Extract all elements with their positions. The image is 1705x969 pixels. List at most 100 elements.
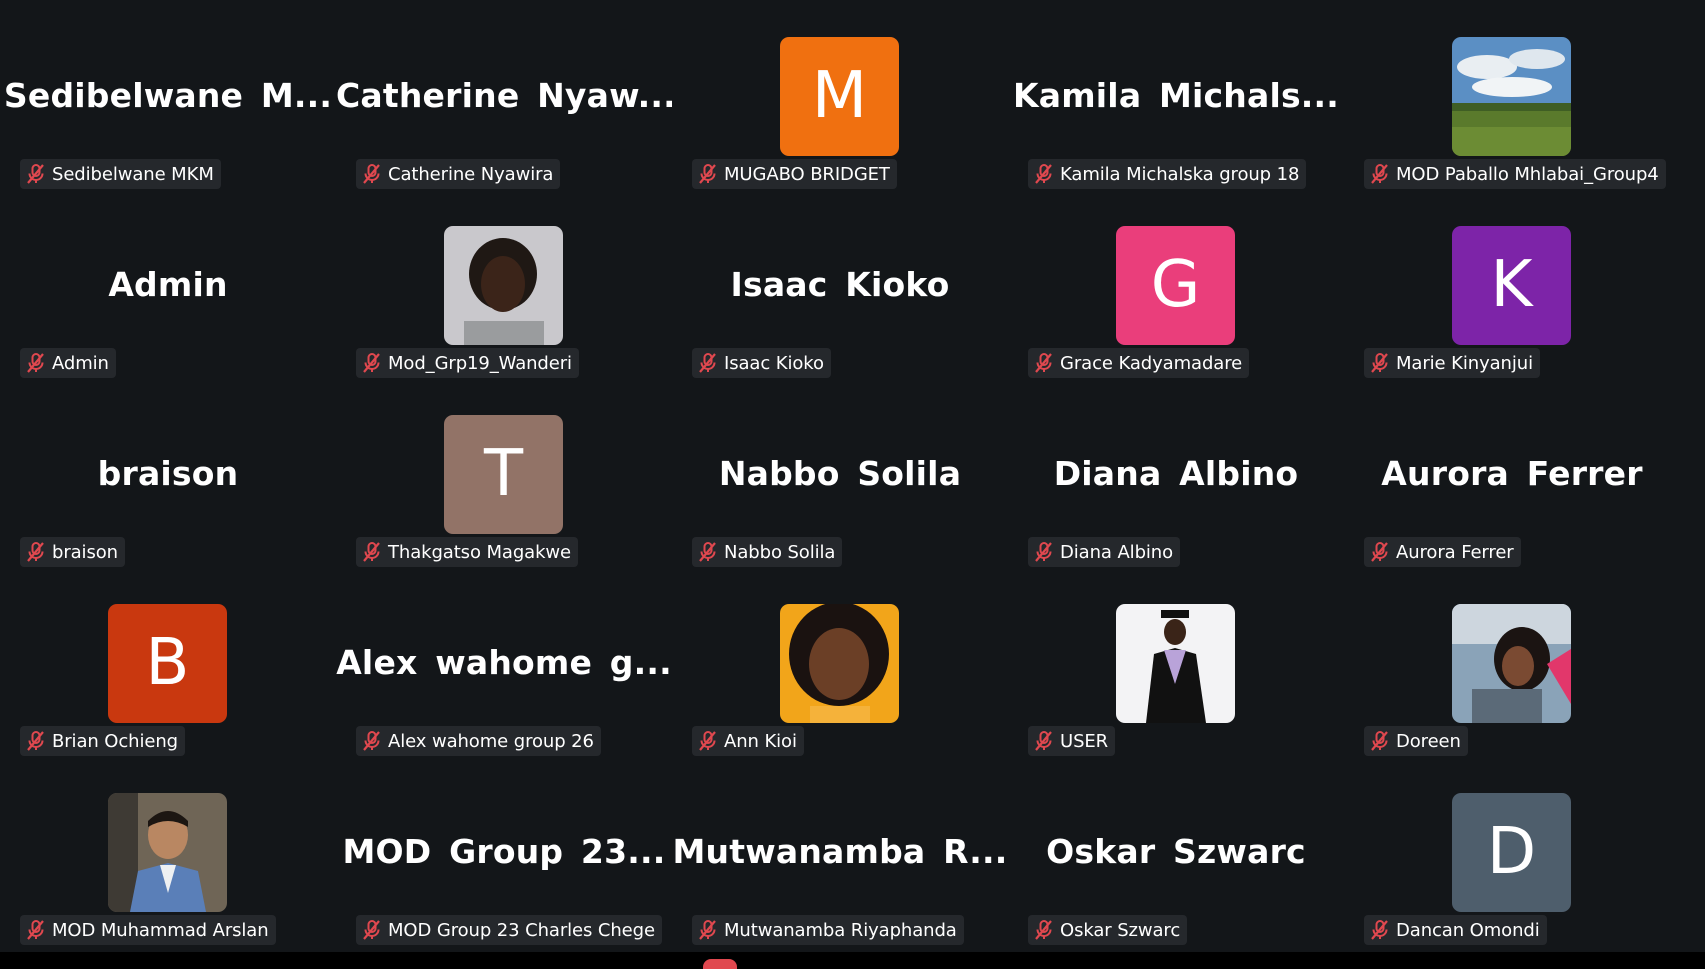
participant-tile[interactable]: Alex wahome g... Alex wahome group 26	[336, 567, 672, 756]
microphone-muted-icon	[360, 729, 384, 753]
participant-photo	[108, 793, 227, 912]
participant-name-label: MOD Paballo Mhlabai_Group4	[1364, 159, 1666, 189]
avatar-initial: K	[1490, 248, 1533, 322]
microphone-muted-icon	[360, 162, 384, 186]
participant-name-text: braison	[52, 541, 118, 563]
participant-name-label: Alex wahome group 26	[356, 726, 601, 756]
participant-display-name: Catherine Nyaw...	[336, 76, 672, 115]
participant-name-label: Mutwanamba Riyaphanda	[692, 915, 964, 945]
participant-avatar: K	[1452, 226, 1571, 345]
participant-name-text: Admin	[52, 352, 109, 374]
microphone-muted-icon	[360, 918, 384, 942]
avatar-initial: B	[145, 626, 190, 700]
participant-name-text: Sedibelwane MKM	[52, 163, 214, 185]
participant-name-text: Aurora Ferrer	[1396, 541, 1514, 563]
microphone-muted-icon	[24, 918, 48, 942]
participant-tile[interactable]: Ann Kioi	[672, 567, 1008, 756]
participant-name-label: Sedibelwane MKM	[20, 159, 221, 189]
participant-tile[interactable]: MOD Group 23... MOD Group 23 Charles Cheg…	[336, 756, 672, 945]
participant-tile[interactable]: Oskar Szwarc Oskar Szwarc	[1008, 756, 1344, 945]
participant-tile[interactable]: Diana Albino Diana Albino	[1008, 378, 1344, 567]
participant-tile[interactable]: Sedibelwane M... Sedibelwane MKM	[0, 0, 336, 189]
participant-display-name: Aurora Ferrer	[1381, 454, 1643, 493]
participant-tile[interactable]: Nabbo Solila Nabbo Solila	[672, 378, 1008, 567]
participant-display-name: Oskar Szwarc	[1046, 832, 1306, 871]
participant-name-label: Grace Kadyamadare	[1028, 348, 1250, 378]
microphone-muted-icon	[696, 729, 720, 753]
participant-display-name: Mutwanamba R...	[672, 832, 1008, 871]
participant-name-text: Grace Kadyamadare	[1060, 352, 1243, 374]
participant-name-text: Catherine Nyawira	[388, 163, 554, 185]
participant-display-name: Alex wahome g...	[336, 643, 672, 682]
participant-tile[interactable]: Aurora Ferrer Aurora Ferrer	[1344, 378, 1680, 567]
participant-name-label: Kamila Michalska group 18	[1028, 159, 1307, 189]
participant-tile[interactable]: braison braison	[0, 378, 336, 567]
participant-tile[interactable]: USER	[1008, 567, 1344, 756]
participant-tile[interactable]: Mutwanamba R... Mutwanamba Riyaphanda	[672, 756, 1008, 945]
participant-name-label: Doreen	[1364, 726, 1468, 756]
participant-tile[interactable]: T Thakgatso Magakwe	[336, 378, 672, 567]
participant-tile[interactable]: Doreen	[1344, 567, 1680, 756]
participant-tile[interactable]: B Brian Ochieng	[0, 567, 336, 756]
participant-name-text: Marie Kinyanjui	[1396, 352, 1533, 374]
participant-name-label: Brian Ochieng	[20, 726, 185, 756]
participant-name-label: Isaac Kioko	[692, 348, 831, 378]
participant-name-label: Oskar Szwarc	[1028, 915, 1188, 945]
toolbar-indicator[interactable]	[703, 959, 737, 969]
participant-tile[interactable]: Isaac Kioko Isaac Kioko	[672, 189, 1008, 378]
participant-tile[interactable]: D Dancan Omondi	[1344, 756, 1680, 945]
participant-tile[interactable]: G Grace Kadyamadare	[1008, 189, 1344, 378]
participant-name-label: Mod_Grp19_Wanderi	[356, 348, 579, 378]
participant-tile[interactable]: K Marie Kinyanjui	[1344, 189, 1680, 378]
microphone-muted-icon	[24, 540, 48, 564]
participant-name-text: Thakgatso Magakwe	[388, 541, 572, 563]
participant-tile[interactable]: M MUGABO BRIDGET	[672, 0, 1008, 189]
microphone-muted-icon	[24, 351, 48, 375]
microphone-muted-icon	[1368, 351, 1392, 375]
participant-tile[interactable]: Catherine Nyaw... Catherine Nyawira	[336, 0, 672, 189]
participant-tile[interactable]: Kamila Michals... Kamila Michalska group …	[1008, 0, 1344, 189]
microphone-muted-icon	[1368, 540, 1392, 564]
participant-name-label: MOD Muhammad Arslan	[20, 915, 276, 945]
participant-display-name: Diana Albino	[1053, 454, 1299, 493]
participant-tile[interactable]: Mod_Grp19_Wanderi	[336, 189, 672, 378]
microphone-muted-icon	[1032, 351, 1056, 375]
participant-avatar: G	[1116, 226, 1235, 345]
participant-photo	[1452, 37, 1571, 156]
participant-name-label: Aurora Ferrer	[1364, 537, 1521, 567]
participant-name-text: MOD Group 23 Charles Chege	[388, 919, 655, 941]
participant-display-name: Admin	[108, 265, 228, 304]
participant-name-label: Thakgatso Magakwe	[356, 537, 579, 567]
microphone-muted-icon	[24, 729, 48, 753]
microphone-muted-icon	[360, 351, 384, 375]
participant-name-label: MOD Group 23 Charles Chege	[356, 915, 662, 945]
avatar-initial: D	[1486, 815, 1537, 889]
participant-name-text: Kamila Michalska group 18	[1060, 163, 1300, 185]
participant-tile[interactable]: MOD Muhammad Arslan	[0, 756, 336, 945]
microphone-muted-icon	[24, 162, 48, 186]
microphone-muted-icon	[1032, 162, 1056, 186]
microphone-muted-icon	[1368, 918, 1392, 942]
participant-name-text: Alex wahome group 26	[388, 730, 594, 752]
participant-name-label: braison	[20, 537, 125, 567]
participant-name-text: Doreen	[1396, 730, 1461, 752]
microphone-muted-icon	[696, 918, 720, 942]
participant-name-text: MOD Paballo Mhlabai_Group4	[1396, 163, 1659, 185]
participant-avatar: D	[1452, 793, 1571, 912]
participant-name-label: Marie Kinyanjui	[1364, 348, 1540, 378]
bottom-toolbar-edge	[0, 952, 1705, 967]
avatar-initial: G	[1150, 248, 1201, 322]
participant-name-text: Diana Albino	[1060, 541, 1174, 563]
video-gallery: Sedibelwane M... Sedibelwane MKM Catherine…	[0, 0, 1705, 952]
participant-name-label: Admin	[20, 348, 116, 378]
participant-tile[interactable]: Admin Admin	[0, 189, 336, 378]
microphone-muted-icon	[1032, 918, 1056, 942]
participant-photo	[1116, 604, 1235, 723]
participant-name-text: Nabbo Solila	[724, 541, 836, 563]
participant-tile[interactable]: MOD Paballo Mhlabai_Group4	[1344, 0, 1680, 189]
microphone-muted-icon	[1032, 540, 1056, 564]
participant-name-text: Brian Ochieng	[52, 730, 178, 752]
microphone-muted-icon	[1368, 162, 1392, 186]
participant-name-text: MOD Muhammad Arslan	[52, 919, 269, 941]
participant-avatar: M	[780, 37, 899, 156]
